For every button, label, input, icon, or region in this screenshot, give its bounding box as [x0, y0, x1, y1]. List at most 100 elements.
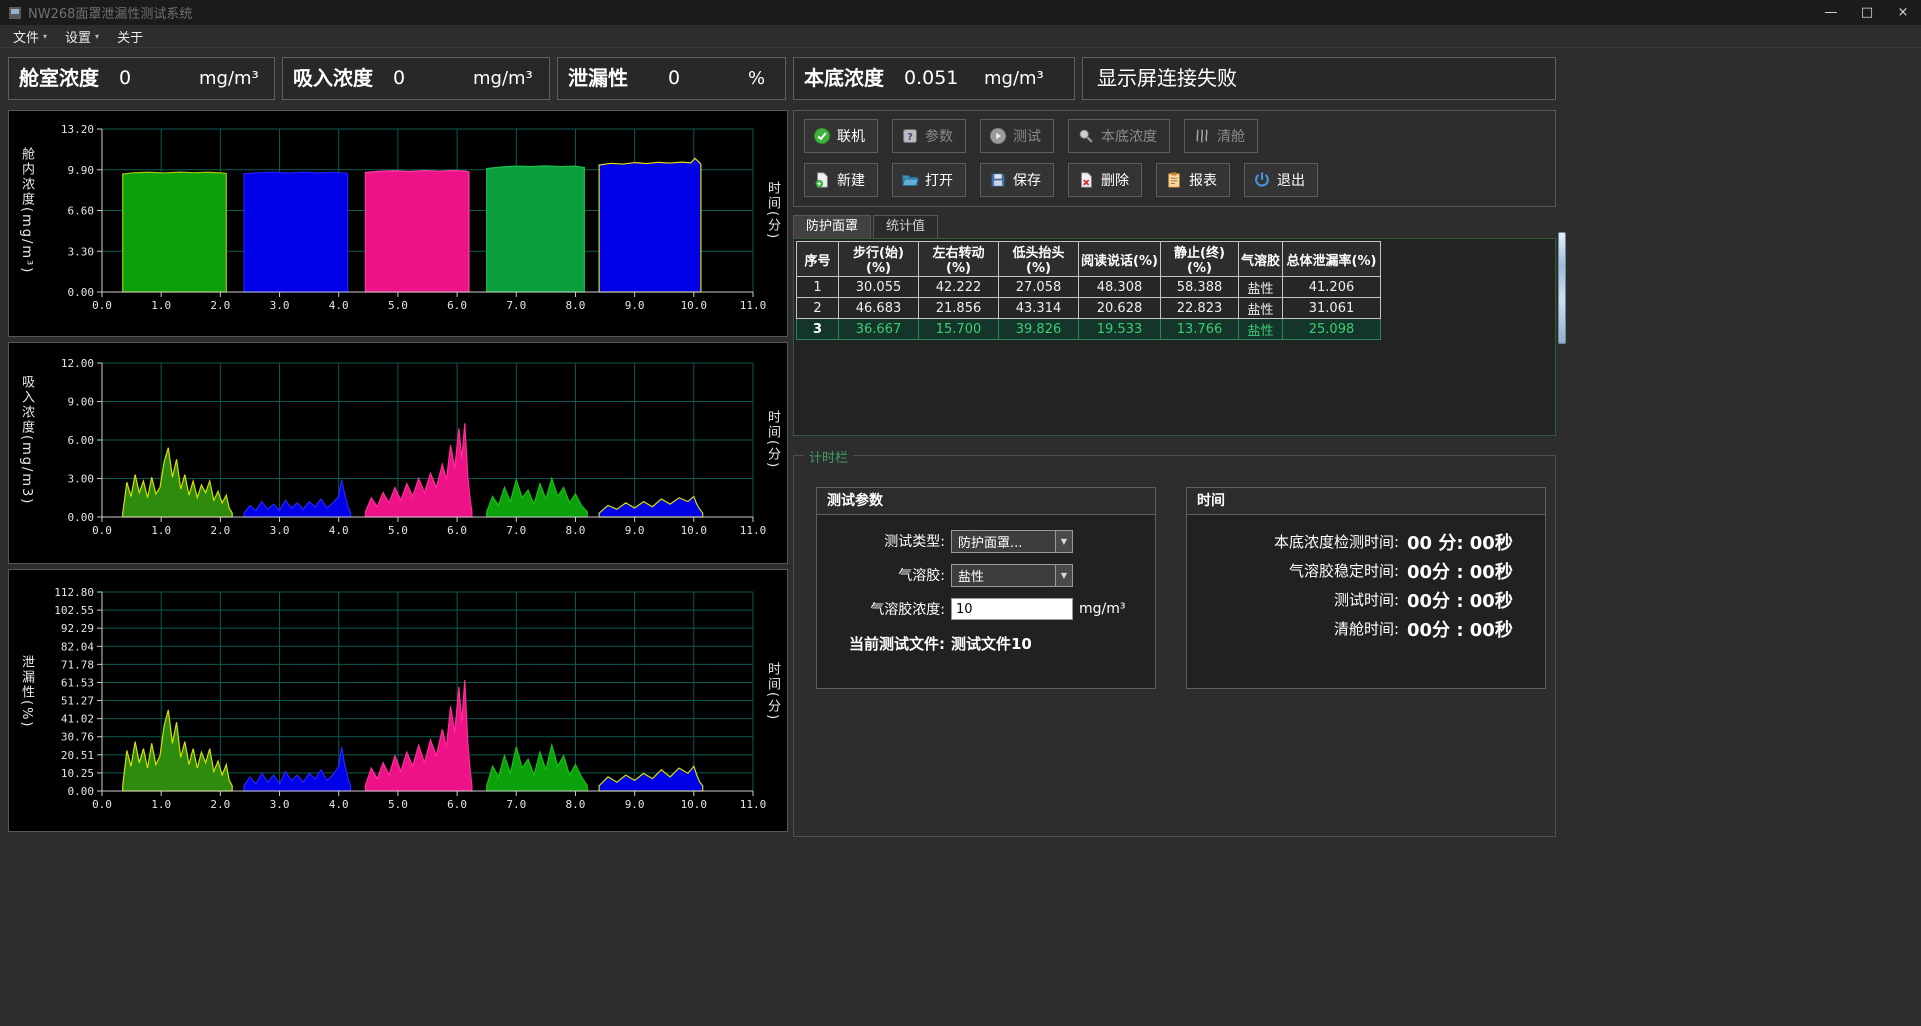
svg-text:71.78: 71.78 [61, 658, 94, 671]
aerosol-row: 气溶胶:盐性▼ [817, 563, 1155, 587]
svg-text:10.0: 10.0 [681, 524, 708, 537]
metric-inhaled-concentration: 吸入浓度0mg/m³ [282, 57, 550, 100]
play-test-icon [989, 127, 1007, 145]
maximize-button[interactable]: □ [1849, 0, 1885, 25]
purge-button[interactable]: 清舱 [1184, 119, 1258, 153]
test-params-panel: 测试参数 测试类型:防护面罩...▼气溶胶:盐性▼气溶胶浓度:mg/m³当前测试… [816, 487, 1156, 689]
svg-text:9.90: 9.90 [68, 164, 95, 177]
svg-text:11.0: 11.0 [740, 299, 767, 312]
column-header: 总体泄漏率(%) [1283, 242, 1381, 277]
background-detect-time-label: 本底浓度检测时间: [1187, 531, 1399, 552]
table-cell: 46.683 [839, 298, 919, 319]
current-test-file-value: 测试文件10 [951, 633, 1032, 654]
test-type-select[interactable]: 防护面罩...▼ [951, 530, 1073, 553]
menu-about[interactable]: 关于 [108, 25, 152, 47]
connect-button[interactable]: 联机 [804, 119, 878, 153]
open-button[interactable]: 打开 [892, 163, 966, 197]
svg-text:112.80: 112.80 [54, 586, 94, 599]
aerosol-select[interactable]: 盐性▼ [951, 564, 1073, 587]
table-cell: 盐性 [1239, 277, 1283, 298]
chevron-down-icon[interactable]: ▼ [1055, 531, 1072, 552]
table-row[interactable]: 336.66715.70039.82619.53313.766盐性25.098 [797, 319, 1381, 340]
svg-text:5.0: 5.0 [388, 299, 408, 312]
close-button[interactable]: × [1885, 0, 1921, 25]
exit-button[interactable]: 退出 [1244, 163, 1318, 197]
current-test-file-row: 当前测试文件:测试文件10 [817, 631, 1155, 655]
metric-inhaled-concentration-label: 吸入浓度 [293, 58, 373, 99]
test-button-label: 测试 [1013, 126, 1041, 146]
menu-file[interactable]: 文件▾ [4, 25, 56, 47]
leakage-chart: 0.0010.2520.5130.7641.0251.2761.5371.788… [8, 569, 788, 832]
svg-text:?: ? [907, 132, 913, 143]
svg-text:2.0: 2.0 [210, 524, 230, 537]
table-cell: 13.766 [1161, 319, 1239, 340]
svg-text:5.0: 5.0 [388, 798, 408, 811]
power-exit-icon [1253, 171, 1271, 189]
column-header: 序号 [797, 242, 839, 277]
purge-time-value: 00分 : 00秒 [1407, 616, 1513, 642]
table-cell: 43.314 [999, 298, 1079, 319]
window-controls: — □ × [1813, 0, 1921, 25]
aerosol-concentration-unit: mg/m³ [1079, 601, 1126, 617]
svg-text:10.0: 10.0 [681, 798, 708, 811]
svg-text:12.00: 12.00 [61, 357, 94, 370]
purge-time-label: 清舱时间: [1187, 618, 1399, 639]
svg-text:0.00: 0.00 [68, 785, 95, 798]
delete-button[interactable]: 删除 [1068, 163, 1142, 197]
table-cell: 15.700 [919, 319, 999, 340]
inhaled-concentration-chart: 0.003.006.009.0012.000.01.02.03.04.05.06… [8, 342, 788, 564]
table-cell: 22.823 [1161, 298, 1239, 319]
metric-leakage-label: 泄漏性 [568, 58, 628, 99]
svg-text:6.60: 6.60 [68, 205, 95, 218]
report-button-label: 报表 [1189, 170, 1217, 190]
table-row[interactable]: 130.05542.22227.05848.30858.388盐性41.206 [797, 277, 1381, 298]
column-header: 左右转动(%) [919, 242, 999, 277]
svg-text:7.0: 7.0 [506, 299, 526, 312]
connect-button-label: 联机 [837, 126, 865, 146]
tab-strip: 防护面罩统计值 [793, 215, 940, 239]
table-cell: 36.667 [839, 319, 919, 340]
svg-text:41.02: 41.02 [61, 713, 94, 726]
svg-text:11.0: 11.0 [740, 524, 767, 537]
column-header: 低头抬头(%) [999, 242, 1079, 277]
test-params-body: 测试类型:防护面罩...▼气溶胶:盐性▼气溶胶浓度:mg/m³当前测试文件:测试… [817, 515, 1155, 655]
toolbar: 联机 ?参数 测试 本底浓度 清舱新建打开保存删除 报表 退出 [793, 110, 1556, 207]
table-row[interactable]: 246.68321.85643.31420.62822.823盐性31.061 [797, 298, 1381, 319]
background-concentration-button[interactable]: 本底浓度 [1068, 119, 1170, 153]
new-button[interactable]: 新建 [804, 163, 878, 197]
chevron-down-icon[interactable]: ▼ [1055, 565, 1072, 586]
cabin-concentration-chart: 0.003.306.609.9013.200.01.02.03.04.05.06… [8, 110, 788, 337]
aerosol-stabilize-time-row: 气溶胶稳定时间:00分 : 00秒 [1187, 558, 1545, 583]
status-message-box: 显示屏连接失败 [1082, 57, 1556, 100]
table-cell: 42.222 [919, 277, 999, 298]
test-type-row: 测试类型:防护面罩...▼ [817, 529, 1155, 553]
background-detect-time-value: 00 分: 00秒 [1407, 529, 1513, 555]
minimize-button[interactable]: — [1813, 0, 1849, 25]
menu-settings[interactable]: 设置▾ [56, 25, 108, 47]
svg-text:2.0: 2.0 [210, 299, 230, 312]
table-cell: 39.826 [999, 319, 1079, 340]
table-cell: 31.061 [1283, 298, 1381, 319]
svg-text:30.76: 30.76 [61, 731, 94, 744]
test-time-label: 测试时间: [1187, 589, 1399, 610]
menu-settings-label: 设置 [65, 27, 91, 46]
svg-text:3.0: 3.0 [270, 299, 290, 312]
save-button[interactable]: 保存 [980, 163, 1054, 197]
parameters-button[interactable]: ?参数 [892, 119, 966, 153]
metric-inhaled-concentration-value: 0 [393, 58, 405, 99]
svg-text:7.0: 7.0 [506, 798, 526, 811]
table-cell: 2 [797, 298, 839, 319]
svg-text:3.30: 3.30 [68, 245, 95, 258]
time-panel: 时间 本底浓度检测时间:00 分: 00秒气溶胶稳定时间:00分 : 00秒测试… [1186, 487, 1546, 689]
background-concentration-button-label: 本底浓度 [1101, 126, 1157, 146]
svg-text:10.25: 10.25 [61, 767, 94, 780]
table-cell: 3 [797, 319, 839, 340]
tab-protective-mask[interactable]: 防护面罩 [793, 215, 871, 239]
timer-group: 计时栏 测试参数 测试类型:防护面罩...▼气溶胶:盐性▼气溶胶浓度:mg/m³… [793, 455, 1556, 837]
tab-statistics[interactable]: 统计值 [873, 215, 938, 239]
aerosol-concentration-input[interactable] [951, 598, 1073, 620]
vertical-scrollbar[interactable] [1558, 232, 1566, 344]
metric-leakage-unit: % [748, 58, 765, 99]
test-button[interactable]: 测试 [980, 119, 1054, 153]
report-button[interactable]: 报表 [1156, 163, 1230, 197]
